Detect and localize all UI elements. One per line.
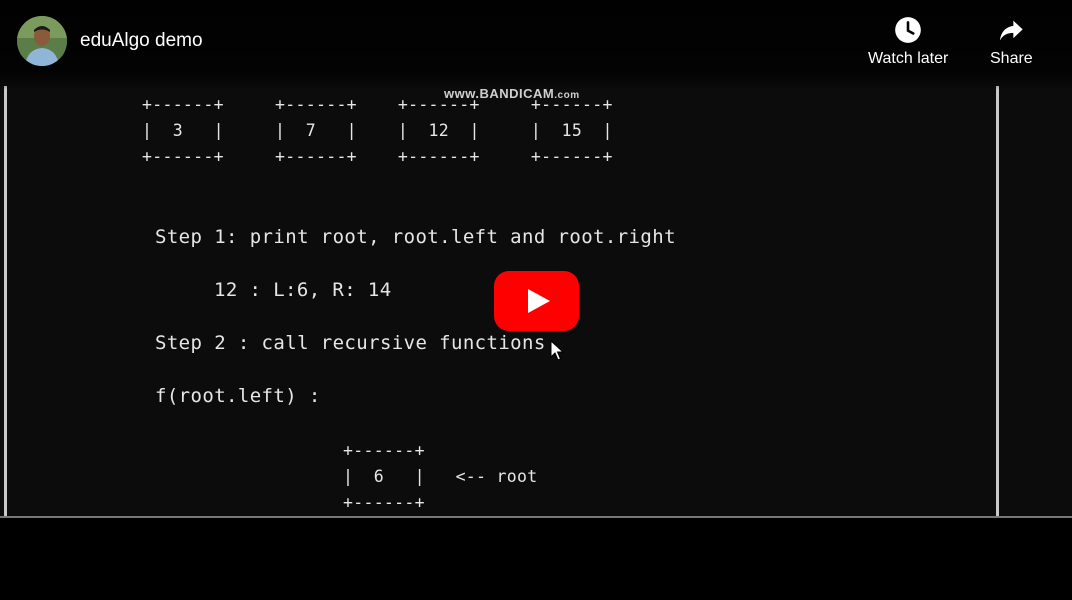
play-icon: [494, 271, 579, 331]
clock-icon: [895, 17, 921, 43]
recursive-call-text: f(root.left) :: [155, 385, 321, 407]
share-label: Share: [990, 50, 1033, 67]
step-2-text: Step 2 : call recursive functions: [155, 332, 546, 354]
mouse-cursor-icon: [550, 340, 564, 361]
share-button[interactable]: Share: [990, 16, 1033, 68]
step-1-detail: 12 : L:6, R: 14: [214, 279, 392, 301]
step-1-text: Step 1: print root, root.left and root.r…: [155, 226, 676, 248]
watch-later-button[interactable]: Watch later: [868, 16, 948, 68]
terminal-border-right: [996, 86, 999, 516]
video-title[interactable]: eduAlgo demo: [80, 30, 203, 52]
channel-avatar[interactable]: [17, 16, 67, 66]
tree-node-root: +------+ | 6 | <-- root +------+: [343, 441, 538, 512]
avatar-image: [17, 16, 67, 66]
share-arrow-icon: [1000, 20, 1024, 41]
terminal-border-bottom: [0, 516, 1072, 518]
watch-later-label: Watch later: [868, 50, 949, 67]
tree-nodes-top: +------+ +------+ +------+ +------+ | 3 …: [142, 95, 613, 166]
play-button[interactable]: [494, 271, 579, 331]
terminal-border-left: [4, 86, 7, 516]
video-player[interactable]: www.BANDICAM.com +------+ +------+ +----…: [0, 0, 1072, 600]
